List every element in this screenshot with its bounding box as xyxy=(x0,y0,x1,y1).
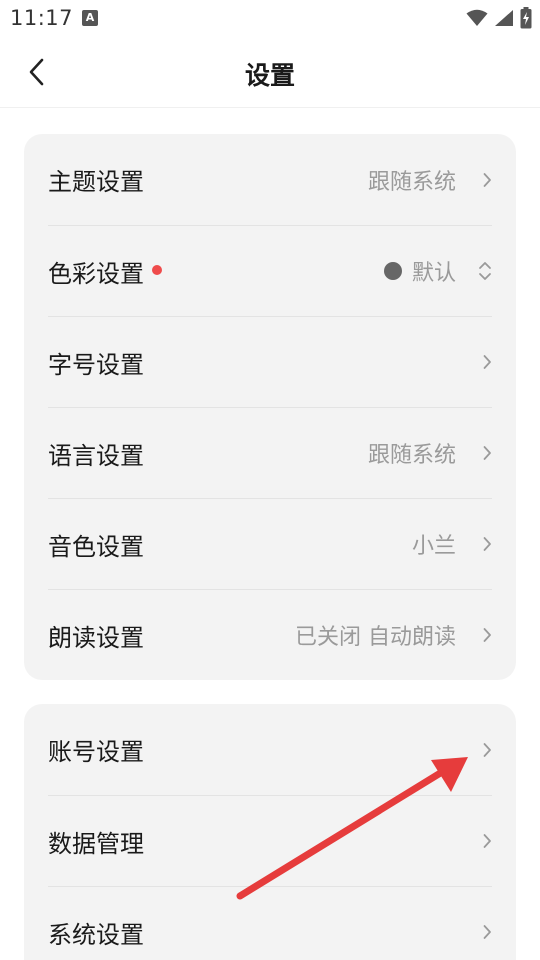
notification-icon: A xyxy=(82,10,98,26)
data-management-row[interactable]: 数据管理 xyxy=(48,795,492,886)
system-settings-row[interactable]: 系统设置 xyxy=(48,886,492,960)
account-settings-row[interactable]: 账号设置 xyxy=(48,704,492,795)
color-swatch xyxy=(383,262,402,280)
status-time: 11:17 xyxy=(10,6,74,30)
row-label: 主题设置 xyxy=(48,168,144,196)
chevron-right-icon xyxy=(478,921,492,943)
read-aloud-settings-row[interactable]: 朗读设置 已关闭 自动朗读 xyxy=(48,589,492,680)
row-label: 语言设置 xyxy=(48,441,144,470)
status-icons xyxy=(466,6,532,30)
status-bar: 11:17 A xyxy=(0,0,540,36)
language-settings-row[interactable]: 语言设置 跟随系统 xyxy=(48,407,492,498)
row-value: 已关闭 自动朗读 xyxy=(295,625,456,650)
battery-charging-icon xyxy=(520,7,532,29)
font-size-settings-row[interactable]: 字号设置 xyxy=(48,316,492,407)
settings-group-display: 主题设置 跟随系统 色彩设置 默认 字号设置 语言设置 跟随系统 音色设置 小兰… xyxy=(24,134,516,680)
row-value: 默认 xyxy=(411,261,456,286)
row-value: 跟随系统 xyxy=(367,443,456,468)
row-label: 音色设置 xyxy=(48,532,144,561)
row-label: 系统设置 xyxy=(48,920,144,949)
wifi-icon xyxy=(466,9,488,26)
chevron-up-down-icon xyxy=(478,260,492,282)
nav-bar: 设置 xyxy=(0,36,540,108)
row-value: 跟随系统 xyxy=(367,169,456,195)
chevron-right-icon xyxy=(478,830,492,852)
row-label: 朗读设置 xyxy=(48,623,144,652)
row-label: 账号设置 xyxy=(48,738,144,766)
cell-signal-icon xyxy=(495,10,513,26)
row-label: 数据管理 xyxy=(48,829,144,858)
row-label: 字号设置 xyxy=(48,350,144,379)
row-value: 小兰 xyxy=(411,534,456,559)
new-badge-dot xyxy=(152,265,162,275)
chevron-right-icon xyxy=(478,169,492,191)
chevron-right-icon xyxy=(478,351,492,373)
chevron-right-icon xyxy=(478,533,492,555)
page-title: 设置 xyxy=(244,61,295,90)
chevron-right-icon xyxy=(478,739,492,761)
theme-settings-row[interactable]: 主题设置 跟随系统 xyxy=(48,134,492,225)
settings-group-account: 账号设置 数据管理 系统设置 xyxy=(24,704,516,960)
chevron-right-icon xyxy=(478,442,492,464)
row-label: 色彩设置 xyxy=(48,259,144,288)
chevron-right-icon xyxy=(478,624,492,646)
color-settings-row[interactable]: 色彩设置 默认 xyxy=(48,225,492,316)
voice-settings-row[interactable]: 音色设置 小兰 xyxy=(48,498,492,589)
